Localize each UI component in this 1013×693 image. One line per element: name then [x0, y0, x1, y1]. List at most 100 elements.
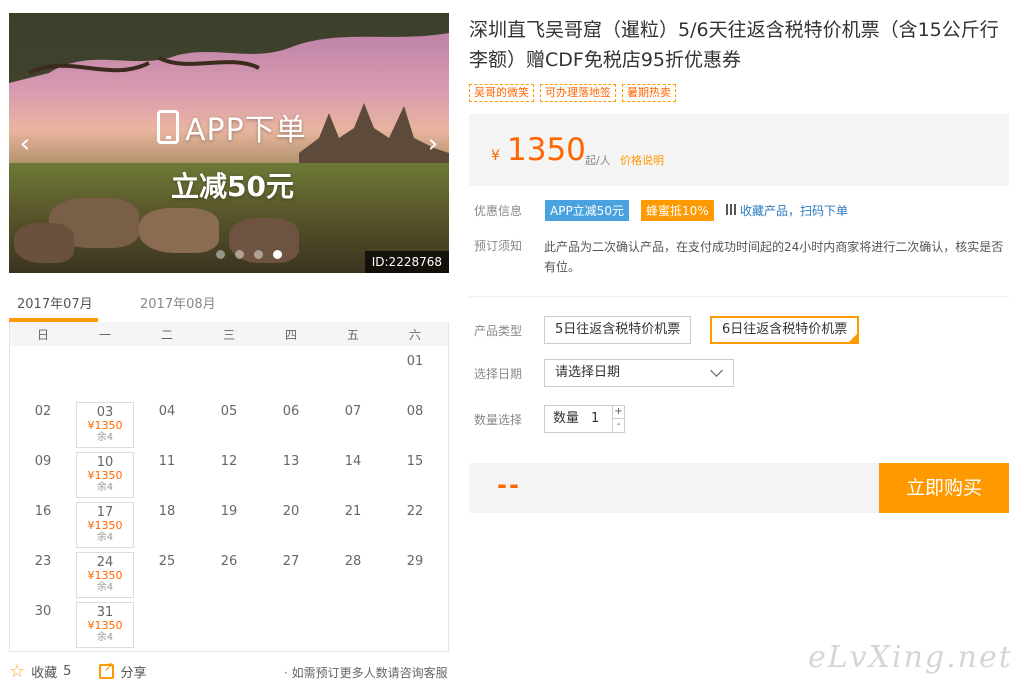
day-number: 29	[406, 554, 424, 569]
carousel-dots	[216, 250, 282, 259]
day-number: 09	[34, 454, 52, 469]
price-explain-link[interactable]: 价格说明	[620, 152, 664, 168]
weekday-header: 二	[160, 328, 173, 342]
carousel-dot-active[interactable]	[273, 250, 282, 259]
qr-code-icon[interactable]	[726, 204, 737, 215]
day-price: ¥1350	[87, 419, 123, 432]
carousel-dot[interactable]	[216, 250, 225, 259]
chevron-down-icon	[710, 364, 723, 377]
day-price: ¥1350	[87, 569, 123, 582]
rock	[139, 208, 219, 253]
divider	[469, 296, 1009, 297]
weekday-header: 一	[98, 328, 111, 342]
total-price: --	[497, 471, 521, 499]
qty-minus-button[interactable]: -	[612, 419, 624, 432]
calendar-day: 02	[12, 402, 74, 419]
calendar-day: 08	[384, 402, 446, 419]
day-number: 14	[344, 454, 362, 469]
price-currency: ¥	[491, 148, 500, 164]
calendar-day: 19	[198, 502, 260, 519]
calendar-day: 05	[198, 402, 260, 419]
calendar-day: 01	[384, 352, 446, 369]
day-number: 10	[96, 455, 114, 470]
type-option-5-day[interactable]: 5日往返含税特价机票	[544, 316, 692, 344]
day-number: 24	[96, 555, 114, 570]
product-title: 深圳直飞吴哥窟（暹粒）5/6天往返含税特价机票（含15公斤行李额）赠CDF免税店…	[469, 19, 999, 71]
calendar-day: 23	[12, 552, 74, 569]
day-number: 15	[406, 454, 424, 469]
day-number: 28	[344, 554, 362, 569]
tab-2017-07[interactable]: 2017年07月	[17, 293, 93, 312]
day-number: 07	[344, 404, 362, 419]
weekday-header: 六	[408, 328, 421, 342]
product-tag: 暑期热卖	[622, 84, 676, 102]
day-price: ¥1350	[87, 469, 123, 482]
weekday-header: 日	[36, 328, 49, 342]
day-stock: 余4	[96, 582, 114, 593]
watermark: eLvXing.net	[808, 640, 1013, 675]
day-price: ¥1350	[87, 519, 123, 532]
day-number: 05	[220, 404, 238, 419]
day-number: 01	[406, 354, 424, 369]
weekday-header: 五	[346, 328, 359, 342]
calendar-day: 29	[384, 552, 446, 569]
day-number: 19	[220, 504, 238, 519]
day-number: 30	[34, 604, 52, 619]
hero-banner[interactable]: APP下单 立减50元 ‹ › ID:2228768	[9, 13, 449, 273]
star-icon[interactable]: ☆	[9, 662, 25, 681]
favorite-share-bar: ☆ 收藏 5 分享	[9, 660, 146, 681]
calendar-day: 16	[12, 502, 74, 519]
type-label: 产品类型	[474, 324, 523, 338]
date-select[interactable]: 请选择日期	[544, 359, 734, 387]
consult-note: · 如需预订更多人数请咨询客服	[284, 666, 448, 680]
date-select-value: 请选择日期	[555, 365, 621, 380]
favorite-label[interactable]: 收藏	[31, 662, 57, 681]
day-number: 12	[220, 454, 238, 469]
favorite-count: 5	[63, 664, 72, 679]
calendar-day-available[interactable]: 31 ¥1350 余4	[76, 602, 134, 648]
calendar-day: 21	[322, 502, 384, 519]
carousel-dot[interactable]	[254, 250, 263, 259]
type-option-6-day-selected[interactable]: 6日往返含税特价机票	[710, 316, 860, 344]
calendar-day: 15	[384, 452, 446, 469]
carousel-next-arrow-icon[interactable]: ›	[423, 131, 443, 157]
carousel-prev-arrow-icon[interactable]: ‹	[15, 131, 35, 157]
day-number: 20	[282, 504, 300, 519]
share-label[interactable]: 分享	[120, 662, 146, 681]
calendar-day-available[interactable]: 17 ¥1350 余4	[76, 502, 134, 548]
booking-note: 此产品为二次确认产品，在支付成功时间起的24小时内商家将进行二次确认，核实是否有…	[544, 240, 1004, 274]
date-label: 选择日期	[474, 367, 523, 381]
calendar-day-available[interactable]: 03 ¥1350 余4	[76, 402, 134, 448]
calendar-day: 22	[384, 502, 446, 519]
day-number: 11	[158, 454, 176, 469]
price-box: ¥ 1350 起/人 价格说明	[469, 114, 1009, 186]
calendar-day-available[interactable]: 24 ¥1350 余4	[76, 552, 134, 598]
tab-2017-08[interactable]: 2017年08月	[140, 293, 216, 312]
day-number: 18	[158, 504, 176, 519]
calendar-day-available[interactable]: 10 ¥1350 余4	[76, 452, 134, 498]
qty-plus-button[interactable]: +	[612, 406, 624, 419]
calendar-day: 07	[322, 402, 384, 419]
favorite-scan-link[interactable]: 收藏产品，扫码下单	[740, 202, 848, 219]
day-number: 17	[96, 505, 114, 520]
calendar-day: 26	[198, 552, 260, 569]
product-tag: 吴哥的微笑	[469, 84, 534, 102]
day-number: 02	[34, 404, 52, 419]
honey-discount-badge: 蜂蜜抵10%	[641, 200, 714, 221]
quantity-input[interactable]: 1	[591, 406, 599, 432]
price-calendar: 日一二三四五六 01 02 03 ¥1350 余4 04 05 06 07 08 09 10 ¥1350…	[9, 322, 449, 652]
buy-now-button[interactable]: 立即购买	[879, 463, 1009, 513]
share-icon[interactable]	[99, 660, 115, 679]
day-number: 06	[282, 404, 300, 419]
product-tags: 吴哥的微笑 可办理落地签 暑期热卖	[469, 84, 676, 102]
month-tabs: 2017年07月 2017年08月	[9, 287, 449, 323]
price-amount: 1350	[507, 132, 586, 168]
calendar-day: 20	[260, 502, 322, 519]
day-price: ¥1350	[87, 619, 123, 632]
calendar-day: 12	[198, 452, 260, 469]
carousel-dot[interactable]	[235, 250, 244, 259]
day-number: 13	[282, 454, 300, 469]
booking-label: 预订须知	[474, 239, 523, 253]
qty-label: 数量选择	[474, 413, 523, 427]
calendar-day: 04	[136, 402, 198, 419]
